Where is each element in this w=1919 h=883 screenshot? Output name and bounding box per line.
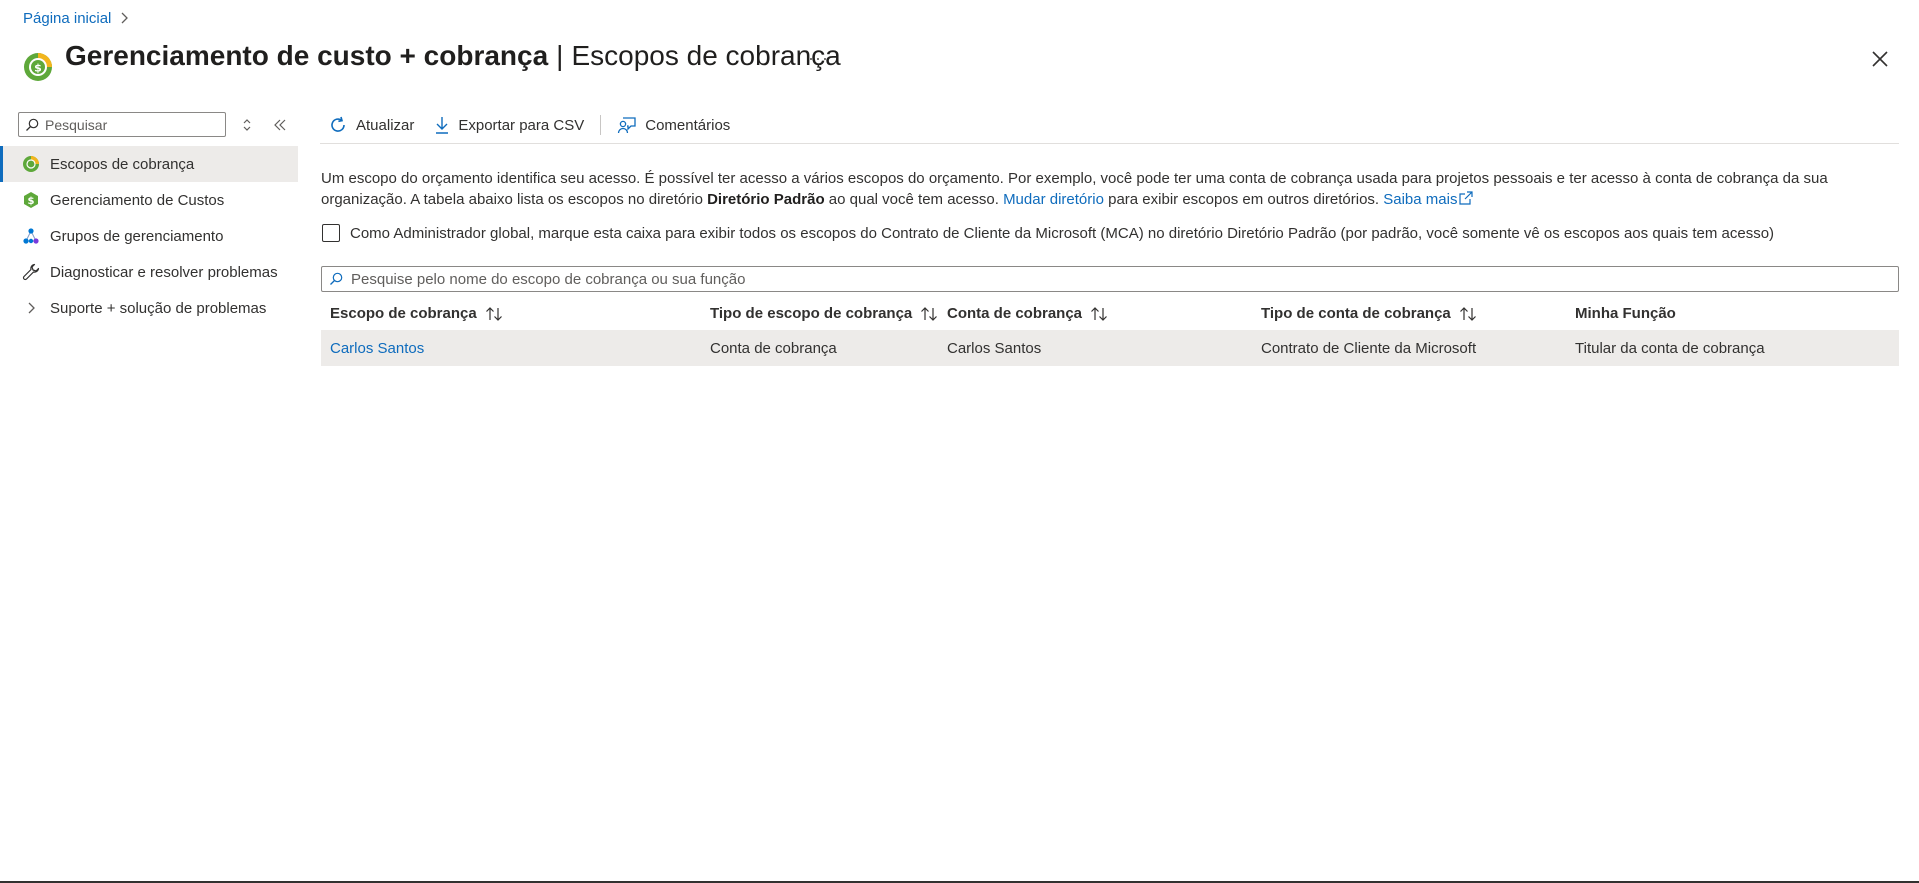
export-csv-label: Exportar para CSV <box>458 116 585 134</box>
toolbar-divider-line <box>320 143 1899 144</box>
billing-scope-link[interactable]: Carlos Santos <box>330 340 424 357</box>
feedback-icon <box>618 117 636 134</box>
feedback-button[interactable]: Comentários <box>607 116 740 134</box>
svg-text:$: $ <box>34 62 42 75</box>
wrench-icon <box>21 262 41 282</box>
sidebar-item-support[interactable]: Suporte + solução de problemas <box>0 290 298 326</box>
sidebar-item-management-groups[interactable]: Grupos de gerenciamento <box>0 218 298 254</box>
page-title: Gerenciamento de custo + cobrança | Esco… <box>65 40 841 72</box>
description-part3: para exibir escopos em outros diretórios… <box>1103 191 1384 208</box>
change-directory-link[interactable]: Mudar diretório <box>1003 191 1104 208</box>
role-cell: Titular da conta de cobrança <box>1575 339 1765 357</box>
scope-type-cell: Conta de cobrança <box>710 339 837 357</box>
sidebar-search-input[interactable] <box>43 115 217 134</box>
column-header-label: Minha Função <box>1575 305 1676 322</box>
sidebar-item-label: Escopos de cobrança <box>50 155 195 173</box>
breadcrumb: Página inicial <box>23 10 129 27</box>
chevron-right-icon <box>119 11 129 27</box>
up-down-chevron-icon <box>243 119 251 131</box>
feedback-label: Comentários <box>645 116 731 134</box>
column-header-scope-type[interactable]: Tipo de escopo de cobrança <box>710 305 947 322</box>
cost-management-icon: $ <box>21 190 41 210</box>
billing-account-cell: Carlos Santos <box>947 339 1042 357</box>
search-icon <box>26 118 39 131</box>
global-admin-option: Como Administrador global, marque esta c… <box>322 224 1774 242</box>
sidebar-item-billing-scopes[interactable]: Escopos de cobrança <box>0 146 298 182</box>
refresh-icon <box>331 116 345 132</box>
expand-collapse-button[interactable] <box>238 116 256 134</box>
learn-more-label: Saiba mais <box>1383 191 1458 208</box>
table-header: Escopo de cobrança Tipo de escopo de cob… <box>321 297 1899 330</box>
cost-management-billing-icon: $ <box>23 52 53 82</box>
sort-icon <box>485 306 503 321</box>
table-search-input[interactable] <box>349 269 1853 289</box>
page-title-main: Gerenciamento de custo + cobrança <box>65 40 549 71</box>
management-groups-icon <box>21 226 41 246</box>
sort-icon <box>1090 306 1108 321</box>
table-search[interactable] <box>321 266 1899 292</box>
sidebar-item-label: Diagnosticar e resolver problemas <box>50 263 278 281</box>
sidebar-nav: Escopos de cobrança $ Gerenciamento de C… <box>0 146 298 326</box>
sidebar-item-label: Suporte + solução de problemas <box>50 299 267 317</box>
svg-text:$: $ <box>28 196 35 207</box>
external-link-icon <box>1459 191 1474 205</box>
column-header-account-type[interactable]: Tipo de conta de cobrança <box>1261 305 1575 322</box>
refresh-button[interactable]: Atualizar <box>320 115 424 135</box>
global-admin-checkbox[interactable] <box>322 224 340 242</box>
global-admin-checkbox-label: Como Administrador global, marque esta c… <box>350 224 1775 242</box>
sidebar-item-label: Grupos de gerenciamento <box>50 227 224 245</box>
refresh-label: Atualizar <box>356 116 415 134</box>
column-header-label: Escopo de cobrança <box>330 305 477 322</box>
column-header-label: Conta de cobrança <box>947 305 1083 322</box>
sidebar-item-label: Gerenciamento de Custos <box>50 191 225 209</box>
sidebar-item-diagnose[interactable]: Diagnosticar e resolver problemas <box>0 254 298 290</box>
sort-icon <box>920 306 938 321</box>
column-header-role: Minha Função <box>1575 305 1899 322</box>
sidebar-search[interactable] <box>18 112 226 137</box>
description-text: Um escopo do orçamento identifica seu ac… <box>321 168 1899 210</box>
sort-icon <box>1459 306 1477 321</box>
more-options-button[interactable]: ··· <box>808 48 829 69</box>
close-icon <box>1872 51 1888 67</box>
learn-more-link[interactable]: Saiba mais <box>1383 191 1474 208</box>
column-header-scope[interactable]: Escopo de cobrança <box>321 305 710 322</box>
billing-scopes-table: Escopo de cobrança Tipo de escopo de cob… <box>321 297 1899 366</box>
search-icon <box>330 272 343 285</box>
export-csv-button[interactable]: Exportar para CSV <box>424 116 594 134</box>
account-type-cell: Contrato de Cliente da Microsoft <box>1261 339 1477 357</box>
chevron-right-icon <box>21 298 41 318</box>
table-row[interactable]: Carlos Santos Conta de cobrança Carlos S… <box>321 330 1899 366</box>
column-header-account[interactable]: Conta de cobrança <box>947 305 1261 322</box>
breadcrumb-home-link[interactable]: Página inicial <box>23 10 111 27</box>
close-button[interactable] <box>1868 47 1892 71</box>
column-header-label: Tipo de conta de cobrança <box>1261 305 1451 322</box>
toolbar-divider <box>600 115 602 135</box>
download-icon <box>436 117 449 134</box>
billing-scope-icon <box>21 154 41 174</box>
page-title-sub: Escopos de cobrança <box>571 40 841 71</box>
sidebar-item-cost-management[interactable]: $ Gerenciamento de Custos <box>0 182 298 218</box>
directory-name: Diretório Padrão <box>707 191 825 208</box>
command-bar: Atualizar Exportar para CSV Comentários <box>320 111 740 139</box>
double-chevron-left-icon <box>274 119 286 131</box>
page-title-separator: | <box>556 40 564 71</box>
collapse-sidebar-button[interactable] <box>271 116 289 134</box>
description-part2: ao qual você tem acesso. <box>824 191 1004 208</box>
column-header-label: Tipo de escopo de cobrança <box>710 305 913 322</box>
